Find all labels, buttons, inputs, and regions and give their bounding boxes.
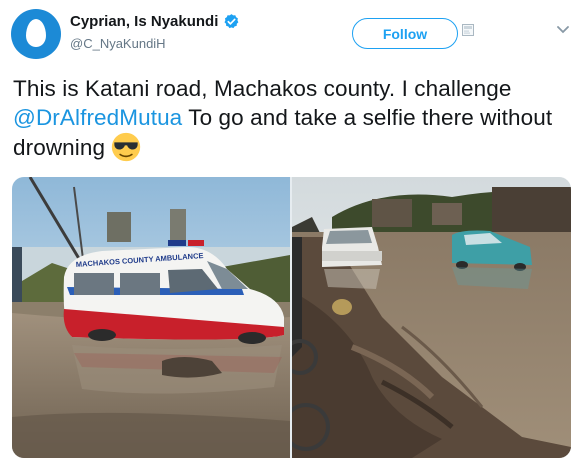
verified-badge-icon [224,14,239,29]
smiling-face-with-sunglasses-icon [112,132,141,162]
chevron-down-icon[interactable] [557,26,569,34]
author-display-name[interactable]: Cyprian, Is Nyakundi [70,13,218,30]
default-egg-avatar-icon [26,19,46,47]
follow-button[interactable]: Follow [352,18,458,49]
tweet-text-part1: This is Katani road, Machakos county. I … [13,76,512,101]
media-grid: MACHAKOS COUNTY AMBULANCE [12,177,571,458]
mention-link[interactable]: @DrAlfredMutua [13,105,182,130]
photo-flooded-ambulance[interactable]: MACHAKOS COUNTY AMBULANCE [12,177,290,458]
tweet-card: Cyprian, Is Nyakundi @C_NyaKundiH Follow… [0,0,581,468]
card-icon[interactable] [462,24,474,36]
flooded-road-ambulance-photo-icon: MACHAKOS COUNTY AMBULANCE [12,177,290,458]
author-handle[interactable]: @C_NyaKundiH [70,36,166,51]
tweet-text: This is Katani road, Machakos county. I … [13,74,573,162]
muddy-road-cars-photo-icon [292,177,571,458]
avatar[interactable] [11,9,61,59]
photo-muddy-road[interactable] [292,177,571,458]
author-name-row: Cyprian, Is Nyakundi [70,13,240,30]
